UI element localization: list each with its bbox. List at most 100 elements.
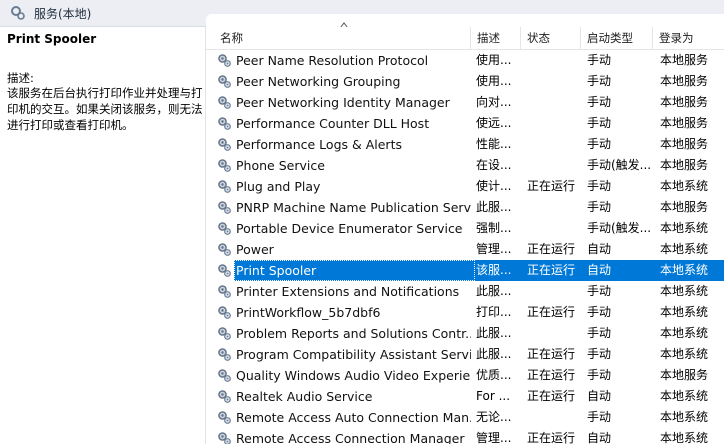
table-row[interactable]: Remote Access Auto Connection Man... 无论.…	[206, 407, 724, 428]
table-row[interactable]: Power 管理... 正在运行 自动 本地系统	[206, 239, 724, 260]
column-header-logon-as[interactable]: 登录为	[653, 27, 724, 49]
service-logon-cell: 本地服务	[660, 95, 709, 109]
service-name: Program Compatibility Assistant Service	[236, 347, 471, 362]
service-name-cell[interactable]: Peer Networking Grouping	[217, 71, 471, 92]
services-list[interactable]: 名称 描述 状态 启动类型 登录为 Peer Name Resolution P…	[206, 14, 724, 444]
service-logon-cell: 本地服务	[660, 158, 709, 172]
service-name-cell[interactable]: Remote Access Auto Connection Man...	[217, 407, 471, 428]
service-name-cell[interactable]: Performance Counter DLL Host	[217, 113, 471, 134]
service-logon-cell: 本地系统	[660, 410, 709, 424]
service-status-cell: 正在运行	[527, 389, 576, 403]
service-description-cell: 此服...	[476, 284, 512, 298]
table-row[interactable]: Problem Reports and Solutions Contr... 此…	[206, 323, 724, 344]
service-status-cell: 正在运行	[527, 431, 576, 444]
service-startup-type-cell: 手动(触发...	[587, 158, 652, 172]
service-logon-cell: 本地系统	[660, 221, 709, 235]
service-name-cell[interactable]: Plug and Play	[217, 176, 471, 197]
service-rows: Peer Name Resolution Protocol 使用... 手动 本…	[206, 50, 724, 444]
column-header-description[interactable]: 描述	[471, 27, 521, 49]
service-startup-type-cell: 手动	[587, 410, 612, 424]
service-logon-cell: 本地服务	[660, 137, 709, 151]
service-logon-cell: 本地系统	[660, 305, 709, 319]
service-name-cell[interactable]: Printer Extensions and Notifications	[217, 281, 471, 302]
service-gear-icon	[218, 75, 231, 88]
service-name-cell[interactable]: Power	[217, 239, 471, 260]
service-description-cell: 此服...	[476, 347, 512, 361]
table-row[interactable]: Portable Device Enumerator Service 强制...…	[206, 218, 724, 239]
list-header: 名称 描述 状态 启动类型 登录为	[206, 27, 724, 50]
table-row[interactable]: PNRP Machine Name Publication Servi... 此…	[206, 197, 724, 218]
description-text: 该服务在后台执行打印作业并处理与打印机的交互。如果关闭该服务，则无法进行打印或查…	[7, 86, 203, 132]
services-gear-icon	[11, 6, 25, 20]
service-logon-cell: 本地系统	[660, 326, 709, 340]
service-startup-type-cell: 手动	[587, 368, 612, 382]
service-name-cell[interactable]: Remote Access Connection Manager	[217, 428, 471, 444]
table-row[interactable]: Performance Logs & Alerts 性能... 手动 本地服务	[206, 134, 724, 155]
service-startup-type-cell: 手动	[587, 116, 612, 130]
service-name-cell[interactable]: Portable Device Enumerator Service	[217, 218, 471, 239]
table-row[interactable]: Realtek Audio Service For ... 正在运行 自动 本地…	[206, 386, 724, 407]
service-name-cell[interactable]: PrintWorkflow_5b7dbf6	[217, 302, 471, 323]
focus-rectangle	[234, 260, 475, 281]
service-startup-type-cell: 自动	[587, 431, 612, 444]
service-status-cell	[527, 323, 583, 344]
service-gear-icon	[218, 348, 231, 361]
service-description-cell: 强制...	[476, 221, 512, 235]
service-name: Portable Device Enumerator Service	[236, 221, 463, 236]
service-name-cell[interactable]: Peer Networking Identity Manager	[217, 92, 471, 113]
service-gear-icon	[218, 117, 231, 130]
table-row[interactable]: Peer Networking Grouping 使用... 手动 本地服务	[206, 71, 724, 92]
table-row[interactable]: Quality Windows Audio Video Experie... 优…	[206, 365, 724, 386]
service-status-cell	[527, 134, 583, 155]
service-description-cell: 打印...	[476, 305, 512, 319]
service-name-cell[interactable]: Realtek Audio Service	[217, 386, 471, 407]
service-status-cell	[527, 50, 583, 71]
service-gear-icon	[218, 54, 231, 67]
service-name-cell[interactable]: PNRP Machine Name Publication Servi...	[217, 197, 471, 218]
column-header-status[interactable]: 状态	[521, 27, 581, 49]
service-description-cell: 此服...	[476, 326, 512, 340]
service-description-cell: 使远...	[476, 116, 512, 130]
service-description-cell: 向对...	[476, 95, 512, 109]
service-title: Print Spooler	[7, 32, 97, 46]
service-name-cell[interactable]: Peer Name Resolution Protocol	[217, 50, 471, 71]
column-header-name[interactable]: 名称	[214, 27, 471, 49]
service-logon-cell: 本地系统	[660, 347, 709, 361]
table-row[interactable]: Print Spooler 该服... 正在运行 自动 本地系统	[206, 260, 724, 281]
service-gear-icon	[218, 411, 231, 424]
service-name: Peer Name Resolution Protocol	[236, 53, 429, 68]
table-row[interactable]: Printer Extensions and Notifications 此服.…	[206, 281, 724, 302]
service-status-cell	[527, 281, 583, 302]
table-row[interactable]: Remote Access Connection Manager 管理... 正…	[206, 428, 724, 444]
service-name: Remote Access Connection Manager	[236, 431, 465, 444]
table-row[interactable]: Peer Name Resolution Protocol 使用... 手动 本…	[206, 50, 724, 71]
column-header-startup-type[interactable]: 启动类型	[581, 27, 653, 49]
service-description-cell: 性能...	[476, 137, 512, 151]
table-row[interactable]: Phone Service 在设... 手动(触发... 本地服务	[206, 155, 724, 176]
service-status-cell	[527, 155, 583, 176]
service-name: PrintWorkflow_5b7dbf6	[236, 305, 381, 320]
service-logon-cell: 本地系统	[660, 284, 709, 298]
service-status-cell: 正在运行	[527, 263, 576, 277]
table-row[interactable]: Program Compatibility Assistant Service …	[206, 344, 724, 365]
service-name-cell[interactable]: Performance Logs & Alerts	[217, 134, 471, 155]
service-description-cell: 优质...	[476, 368, 512, 382]
table-row[interactable]: PrintWorkflow_5b7dbf6 打印... 正在运行 手动 本地系统	[206, 302, 724, 323]
service-logon-cell: 本地系统	[660, 389, 709, 403]
service-status-cell: 正在运行	[527, 368, 576, 382]
service-gear-icon	[218, 369, 231, 382]
service-name-cell[interactable]: Problem Reports and Solutions Contr...	[217, 323, 471, 344]
service-name-cell[interactable]: Quality Windows Audio Video Experie...	[217, 365, 471, 386]
service-status-cell	[527, 407, 583, 428]
service-status-cell: 正在运行	[527, 242, 576, 256]
table-row[interactable]: Peer Networking Identity Manager 向对... 手…	[206, 92, 724, 113]
service-name: Printer Extensions and Notifications	[236, 284, 460, 299]
service-gear-icon	[218, 201, 231, 214]
service-name-cell[interactable]: Phone Service	[217, 155, 471, 176]
service-name-cell[interactable]: Program Compatibility Assistant Service	[217, 344, 471, 365]
table-row[interactable]: Performance Counter DLL Host 使远... 手动 本地…	[206, 113, 724, 134]
service-name: Quality Windows Audio Video Experie...	[236, 368, 471, 383]
table-row[interactable]: Plug and Play 使计... 正在运行 手动 本地系统	[206, 176, 724, 197]
service-logon-cell: 本地服务	[660, 74, 709, 88]
service-status-cell	[527, 197, 583, 218]
